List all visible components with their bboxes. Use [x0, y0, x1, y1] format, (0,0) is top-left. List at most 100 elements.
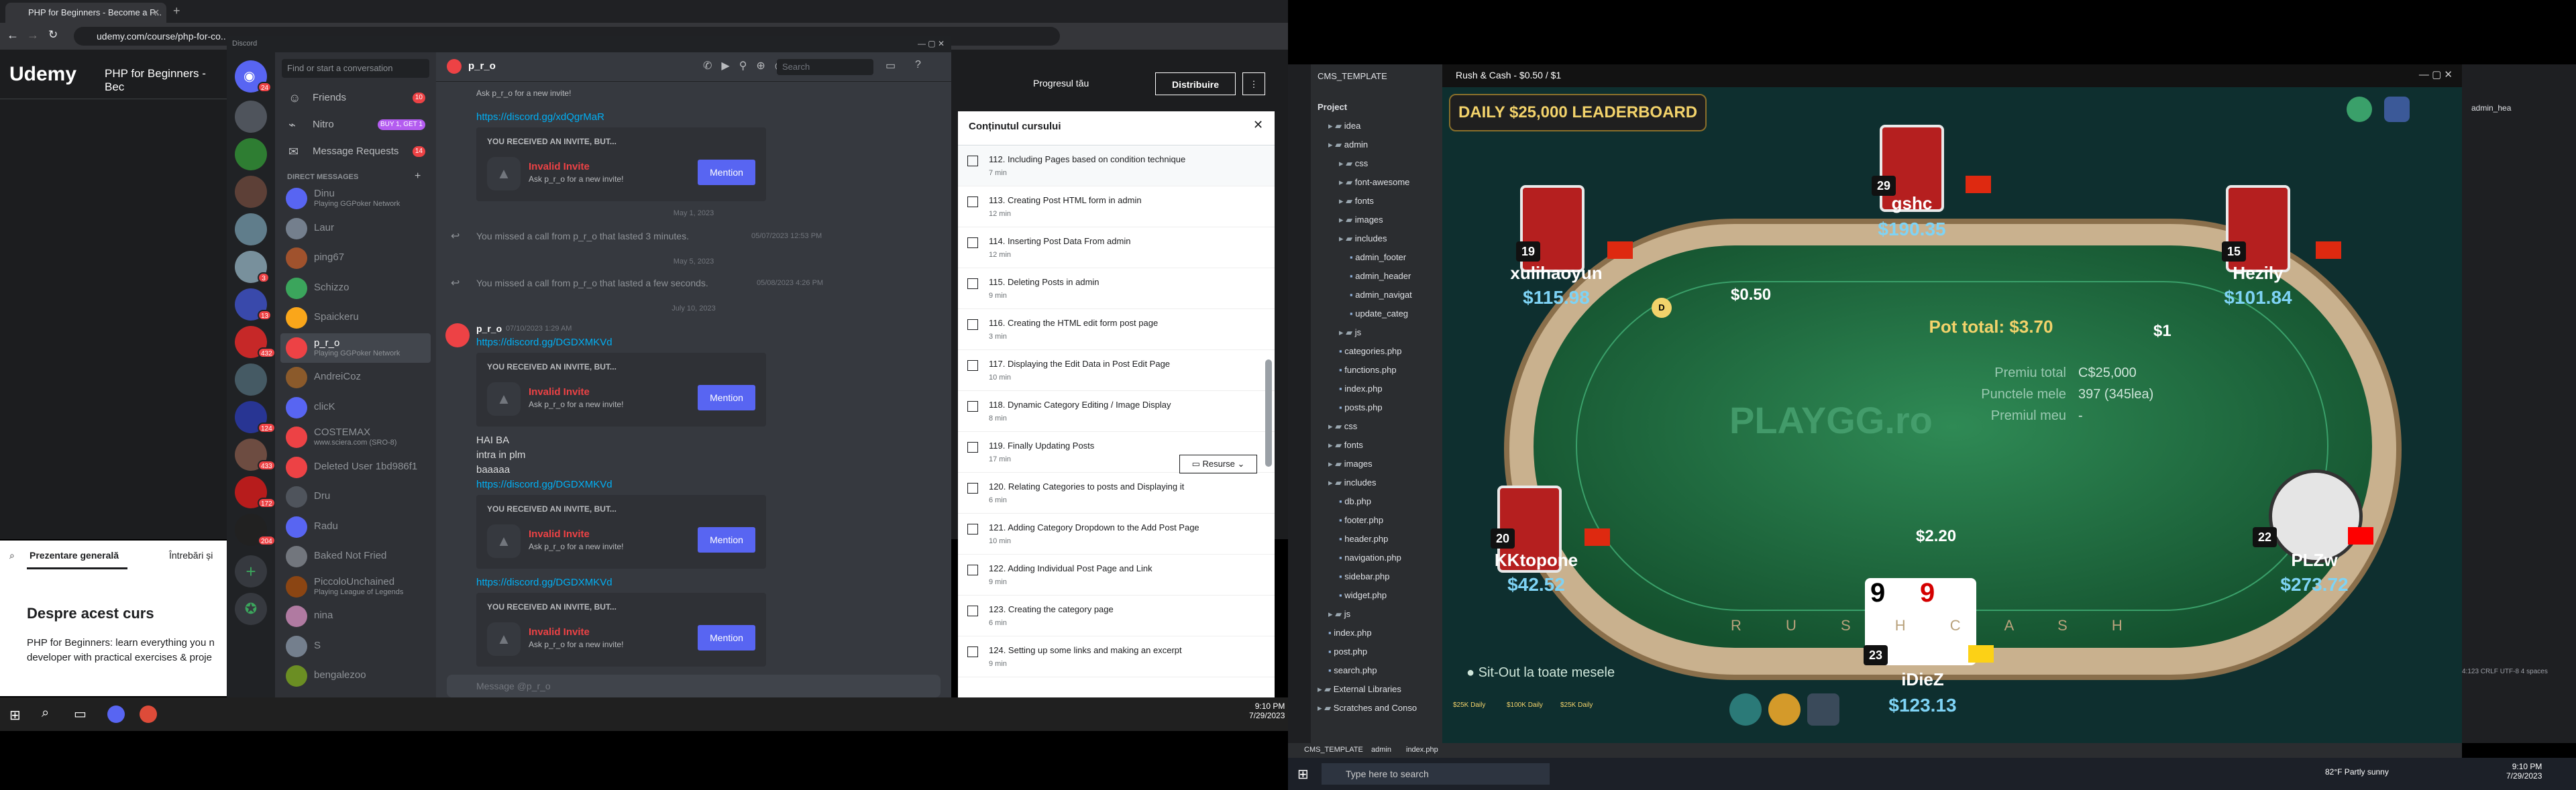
invite-link[interactable]: https://discord.gg/DGDXMKVd — [476, 479, 612, 490]
udemy-logo[interactable]: Udemy — [9, 63, 76, 86]
lecture-item[interactable]: 115. Deleting Posts in admin 9 min — [958, 269, 1275, 309]
lecture-item[interactable]: 120. Relating Categories to posts and Di… — [958, 473, 1275, 514]
tree-item-folder[interactable]: ▸ ▰ font-awesome — [1339, 177, 1409, 188]
lecture-item[interactable]: 122. Adding Individual Post Page and Lin… — [958, 555, 1275, 596]
dm-row[interactable]: clicK — [280, 393, 431, 422]
lecture-item[interactable]: 112. Including Pages based on condition … — [958, 146, 1275, 186]
seat-name[interactable]: xulihaoyun — [1483, 263, 1630, 284]
sitout-all-toggle[interactable]: ● Sit-Out la toate mesele — [1466, 665, 1615, 681]
dm-search-input[interactable]: Find or start a conversation — [282, 59, 429, 78]
server-icon[interactable]: 172 — [235, 476, 276, 508]
tree-item-file[interactable]: ▪ update_categ — [1350, 308, 1408, 319]
close-tab-icon[interactable]: ✕ — [152, 3, 160, 23]
server-icon[interactable] — [235, 101, 267, 133]
close-icon[interactable]: ✕ — [1253, 118, 1263, 132]
invite-link[interactable]: https://discord.gg/xdQgrMaR — [476, 111, 604, 123]
lecture-checkbox[interactable] — [967, 196, 978, 207]
dm-row[interactable]: ping67 — [280, 243, 431, 273]
server-icon[interactable] — [235, 213, 267, 245]
seat-name[interactable]: KKtopone — [1469, 550, 1603, 571]
dm-row[interactable]: bengalezoo — [280, 661, 431, 691]
friends-link[interactable]: ☺ Friends 10 — [280, 84, 431, 111]
tree-item-file[interactable]: ▪ admin_navigat — [1350, 290, 1412, 300]
tree-item-file[interactable]: ▪ navigation.php — [1339, 553, 1401, 563]
invite-link[interactable]: https://discord.gg/DGDXMKVd — [476, 337, 612, 348]
chrome-taskbar-icon[interactable] — [140, 706, 157, 723]
server-icon[interactable] — [235, 138, 267, 170]
lecture-checkbox[interactable] — [967, 442, 978, 453]
seat-name[interactable]: iDieZ — [1856, 669, 1990, 690]
avatar[interactable] — [447, 59, 462, 74]
lecture-checkbox[interactable] — [967, 565, 978, 575]
scrollbar[interactable] — [1265, 359, 1272, 467]
tree-item-folder[interactable]: ▸ ▰ css — [1328, 421, 1357, 432]
tree-item-file[interactable]: ▪ footer.php — [1339, 515, 1383, 525]
tree-item-file[interactable]: ▪ posts.php — [1339, 402, 1383, 412]
search-icon[interactable]: ⌕ — [42, 706, 49, 721]
tree-item-file[interactable]: ▪ post.php — [1328, 646, 1367, 657]
start-icon[interactable]: ⊞ — [9, 707, 21, 724]
daily-bonus-icon[interactable]: $25K Daily — [1453, 701, 1485, 709]
server-icon[interactable]: 433 — [235, 439, 276, 471]
window-controls[interactable]: — ▢ ✕ — [2419, 68, 2453, 80]
message-requests-link[interactable]: ✉ Message Requests 14 — [280, 138, 431, 165]
seat-name[interactable]: gshc — [1845, 193, 1979, 214]
lecture-checkbox[interactable] — [967, 319, 978, 330]
message-composer[interactable]: Message @p_r_o — [447, 675, 941, 697]
lecture-item[interactable]: 123. Creating the category page 6 min — [958, 596, 1275, 636]
tree-item-file[interactable]: ▪ admin_footer — [1350, 252, 1406, 262]
server-icon[interactable]: 124 — [235, 401, 276, 433]
tree-item-folder[interactable]: ▸ ▰ images — [1339, 215, 1383, 225]
dm-row[interactable]: Schizzo — [280, 274, 431, 303]
more-options-icon[interactable]: ⋮ — [1242, 72, 1265, 95]
new-tab-icon[interactable]: + — [173, 4, 180, 18]
leaderboard-banner[interactable]: DAILY $25,000 LEADERBOARD — [1449, 94, 1707, 131]
tree-item-file[interactable]: ▪ admin_header — [1350, 271, 1411, 281]
help-icon[interactable]: ? — [915, 59, 921, 71]
tree-item-file[interactable]: ▪ index.php — [1328, 628, 1372, 638]
chat-icon[interactable] — [1729, 693, 1762, 726]
back-icon[interactable]: ← — [7, 28, 19, 42]
tree-item-folder[interactable]: ▸ ▰ includes — [1328, 477, 1376, 488]
tree-item-folder[interactable]: ▸ ▰ Scratches and Conso — [1318, 703, 1417, 714]
tree-item-file[interactable]: ▪ search.php — [1328, 665, 1377, 675]
lecture-checkbox[interactable] — [967, 646, 978, 657]
lecture-checkbox[interactable] — [967, 401, 978, 412]
tree-item-folder[interactable]: ▸ ▰ fonts — [1328, 440, 1363, 451]
tree-item-folder[interactable]: ▸ ▰ includes — [1339, 233, 1387, 244]
tab-questions[interactable]: Întrebări și — [169, 550, 213, 561]
table-menu-icon[interactable] — [2347, 97, 2372, 122]
invite-link[interactable]: https://discord.gg/DGDXMKVd — [476, 577, 612, 588]
add-server-icon[interactable]: + — [235, 555, 267, 587]
lecture-checkbox[interactable] — [967, 156, 978, 166]
server-icon[interactable]: 3 — [235, 251, 270, 283]
mention-button[interactable]: Mention — [698, 385, 755, 410]
task-view-icon[interactable]: ▭ — [74, 706, 87, 722]
tree-item-folder[interactable]: ▸ ▰ External Libraries — [1318, 684, 1401, 695]
dm-row[interactable]: nina — [280, 602, 431, 631]
dm-row[interactable]: COSTEMAX www.sciera.com (SRO-8) — [280, 422, 431, 452]
tree-item-file[interactable]: ▪ header.php — [1339, 534, 1388, 544]
lecture-checkbox[interactable] — [967, 278, 978, 289]
ide-project-name[interactable]: CMS_TEMPLATE — [1318, 71, 1387, 81]
server-icon[interactable] — [235, 176, 267, 208]
mention-button[interactable]: Mention — [698, 625, 755, 651]
seat-name[interactable]: PLZw — [2247, 550, 2381, 571]
tree-item-file[interactable]: ▪ widget.php — [1339, 590, 1387, 600]
discord-home-button[interactable]: ◉ 24 — [235, 60, 272, 93]
breadcrumb-item[interactable]: CMS_TEMPLATE — [1304, 746, 1363, 754]
dm-row[interactable]: AndreiCoz — [280, 363, 431, 392]
message-author[interactable]: p_r_o — [476, 323, 502, 334]
explore-servers-icon[interactable]: ✪ — [235, 593, 267, 625]
ide-project-label[interactable]: Project — [1318, 102, 1347, 112]
inbox-icon[interactable]: ▭ — [885, 59, 896, 72]
browser-tab[interactable]: PHP for Beginners - Become a P... ✕ — [5, 3, 166, 23]
tree-item-file[interactable]: ▪ db.php — [1339, 496, 1371, 506]
tree-item-folder[interactable]: ▸ ▰ js — [1328, 609, 1350, 620]
breadcrumb-item[interactable]: index.php — [1406, 746, 1438, 754]
tree-item-folder[interactable]: ▸ ▰ images — [1328, 459, 1373, 469]
daily-bonus-icon[interactable]: $100K Daily — [1507, 701, 1543, 709]
seat-name[interactable]: Hezily — [2191, 263, 2325, 284]
daily-bonus-icon[interactable]: $25K Daily — [1560, 701, 1593, 709]
lecture-item[interactable]: 118. Dynamic Category Editing / Image Di… — [958, 392, 1275, 432]
